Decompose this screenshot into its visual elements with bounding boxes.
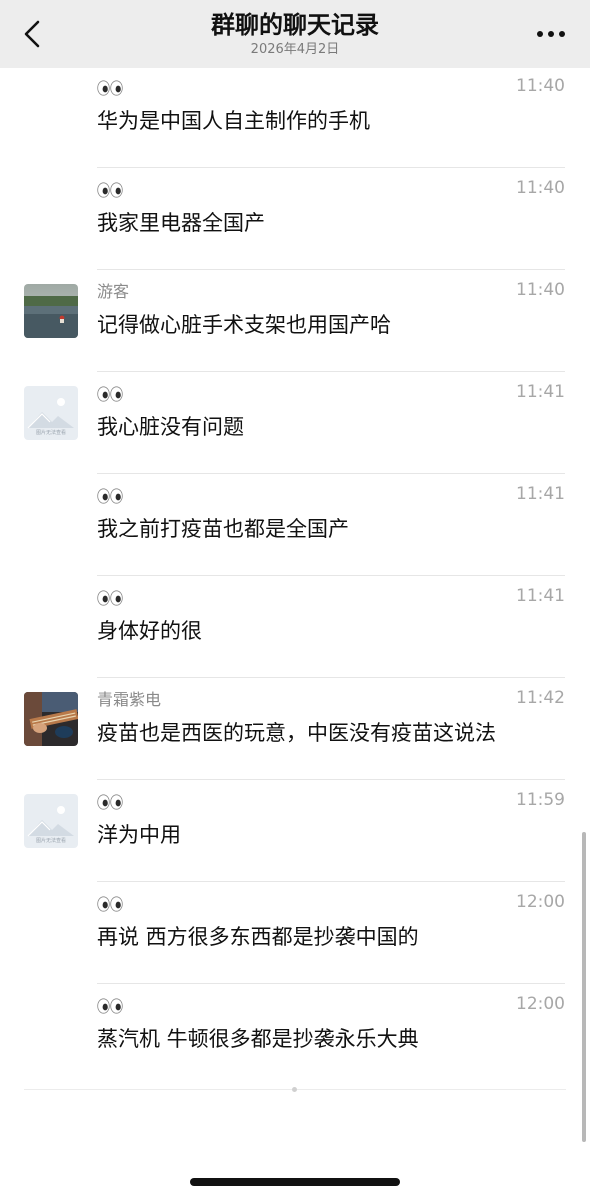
message-row[interactable]: 12:00 蒸汽机 牛顿很多都是抄袭永乐大典 [0, 984, 590, 1086]
more-button[interactable] [534, 22, 568, 46]
message-row[interactable]: 图片无法查看 11:41 我心脏没有问题 [0, 372, 590, 474]
message-time: 11:41 [516, 484, 565, 504]
message-time: 11:40 [516, 280, 565, 300]
header-title-block: 群聊的聊天记录 2026年4月2日 [120, 8, 470, 58]
message-row[interactable]: 图片无法查看 11:59 洋为中用 [0, 780, 590, 882]
back-button[interactable] [18, 18, 50, 50]
avatar[interactable]: 图片无法查看 [24, 794, 78, 848]
message-text[interactable]: 身体好的很 [97, 616, 202, 646]
avatar[interactable] [24, 284, 78, 338]
home-indicator[interactable] [190, 1178, 400, 1186]
message-time: 11:40 [516, 76, 565, 96]
eyes-icon [97, 488, 123, 504]
message-time: 11:59 [516, 790, 565, 810]
message-time: 12:00 [516, 892, 565, 912]
placeholder-avatar-caption: 图片无法查看 [35, 838, 66, 844]
message-row[interactable]: 11:40 我家里电器全国产 [0, 168, 590, 270]
sender-name[interactable]: 青霜紫电 [97, 690, 161, 710]
message-text[interactable]: 洋为中用 [97, 820, 181, 850]
eyes-icon [97, 182, 123, 198]
eyes-icon [97, 794, 123, 810]
eyes-icon [97, 590, 123, 606]
eyes-icon [97, 998, 123, 1014]
message-text[interactable]: 蒸汽机 牛顿很多都是抄袭永乐大典 [97, 1024, 419, 1054]
message-row[interactable]: 游客 11:40 记得做心脏手术支架也用国产哈 [0, 270, 590, 372]
top-navigation-bar: 群聊的聊天记录 2026年4月2日 [0, 0, 590, 68]
message-row[interactable]: 青霜紫电 11:42 疫苗也是西医的玩意，中医没有疫苗这说法 [0, 678, 590, 780]
message-time: 12:00 [516, 994, 565, 1014]
chat-history-page: 群聊的聊天记录 2026年4月2日 11:40 华为是中国人自主制作的手机 11:4… [0, 0, 590, 1200]
eyes-icon [97, 896, 123, 912]
message-text[interactable]: 我心脏没有问题 [97, 412, 244, 442]
message-time: 11:42 [516, 688, 565, 708]
chevron-left-icon [24, 20, 40, 48]
message-time: 11:40 [516, 178, 565, 198]
message-row[interactable]: 11:41 身体好的很 [0, 576, 590, 678]
message-text[interactable]: 记得做心脏手术支架也用国产哈 [97, 310, 391, 340]
message-row[interactable]: 11:40 华为是中国人自主制作的手机 [0, 66, 590, 168]
page-title: 群聊的聊天记录 [211, 11, 379, 39]
message-text[interactable]: 华为是中国人自主制作的手机 [97, 106, 370, 136]
end-of-list-dot [292, 1087, 297, 1092]
scrollbar[interactable] [582, 832, 586, 1142]
message-text[interactable]: 再说 西方很多东西都是抄袭中国的 [97, 922, 419, 952]
message-text[interactable]: 我家里电器全国产 [97, 208, 265, 238]
message-text[interactable]: 我之前打疫苗也都是全国产 [97, 514, 349, 544]
message-row[interactable]: 11:41 我之前打疫苗也都是全国产 [0, 474, 590, 576]
message-time: 11:41 [516, 586, 565, 606]
ellipsis-icon [537, 31, 565, 37]
avatar[interactable] [24, 692, 78, 746]
message-time: 11:41 [516, 382, 565, 402]
page-date: 2026年4月2日 [250, 42, 340, 57]
message-text[interactable]: 疫苗也是西医的玩意，中医没有疫苗这说法 [97, 718, 496, 748]
message-row[interactable]: 12:00 再说 西方很多东西都是抄袭中国的 [0, 882, 590, 984]
sender-name[interactable]: 游客 [97, 282, 129, 302]
placeholder-avatar-caption: 图片无法查看 [35, 430, 66, 436]
avatar[interactable]: 图片无法查看 [24, 386, 78, 440]
eyes-icon [97, 80, 123, 96]
eyes-icon [97, 386, 123, 402]
